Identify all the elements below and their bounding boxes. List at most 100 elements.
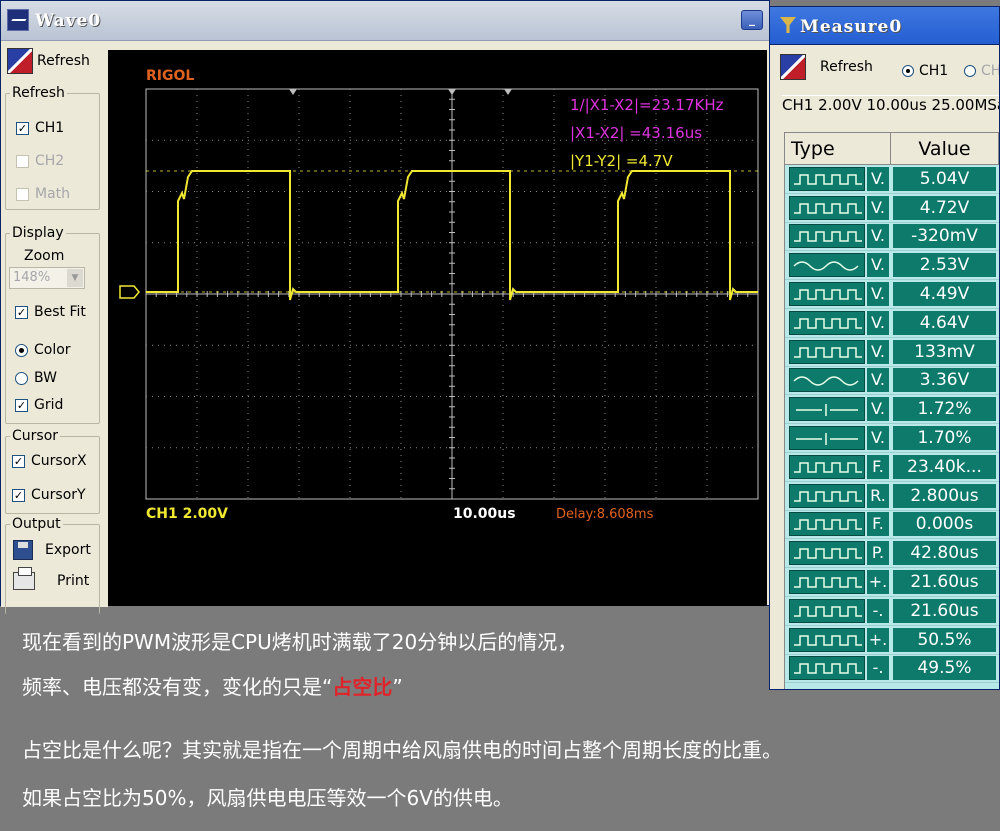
timebase: 10.00us [453, 506, 516, 522]
channel-ch1-label: CH1 [919, 63, 949, 79]
cursor-dy-readout: |Y1-Y2| =4.7V [570, 152, 673, 170]
measure-row[interactable]: F. 0.000s [785, 511, 999, 540]
vrms-icon [789, 368, 865, 393]
measure-value: 2.53V [893, 253, 996, 278]
wave-titlebar[interactable]: Wave0 _ [1, 1, 769, 41]
measure-type-abbr: V. [867, 426, 889, 451]
measure-value: 23.40k... [893, 454, 996, 479]
refresh-logo-icon [780, 54, 806, 80]
fall-time-icon [789, 512, 865, 537]
measure-value: 4.72V [893, 195, 996, 220]
measure-row[interactable]: V. 4.72V [785, 194, 999, 223]
measure-refresh-label: Refresh [820, 59, 873, 75]
best-fit-label: Best Fit [34, 304, 86, 320]
measure-toolbar: Refresh CH1 CH2 [770, 47, 999, 93]
rise-time-icon [789, 483, 865, 508]
measure-table-header: Type Value [785, 133, 999, 165]
wave-control-panel: Refresh Refresh ✓ CH1 CH2 Math Display Zo… [1, 42, 108, 614]
measure-window: Measure0 Refresh CH1 CH2 CH1 2.00V 10.00… [769, 6, 1000, 690]
output-group-title: Output [10, 516, 63, 532]
export-label: Export [45, 542, 91, 558]
measure-app-icon [778, 13, 798, 37]
bw-radio[interactable]: BW [15, 370, 57, 386]
measure-row[interactable]: V. 1.70% [785, 424, 999, 453]
math-label: Math [35, 186, 71, 202]
measure-type-abbr: F. [867, 512, 889, 537]
vbase-icon [789, 339, 865, 364]
measure-type-abbr: V. [867, 339, 889, 364]
overshoot-icon [789, 397, 865, 422]
measure-row[interactable]: P. 42.80us [785, 539, 999, 569]
measure-row[interactable]: V. 5.04V [785, 165, 999, 194]
grid-checkbox[interactable]: ✓ Grid [15, 397, 63, 413]
cursor-x-checkbox[interactable]: ✓ CursorX [12, 453, 87, 469]
measure-type-abbr: V. [867, 224, 889, 249]
measure-type-abbr: +. [867, 570, 889, 595]
measure-row[interactable]: F. 23.40k... [785, 453, 999, 482]
measure-value: 42.80us [893, 541, 996, 566]
period-icon [789, 541, 865, 566]
cursor-frequency-readout: 1/|X1-X2|=23.17KHz [570, 96, 724, 114]
refresh-group-title: Refresh [10, 85, 67, 101]
cursor-group-title: Cursor [10, 428, 61, 444]
color-radio[interactable]: Color [15, 342, 71, 358]
measure-value: -320mV [893, 224, 996, 249]
cursor-y-checkbox[interactable]: ✓ CursorY [12, 487, 86, 503]
print-button[interactable]: Print [13, 567, 90, 590]
measure-row[interactable]: V. -320mV [785, 223, 999, 252]
measure-type-abbr: V. [867, 368, 889, 393]
measure-type-abbr: V. [867, 310, 889, 335]
measure-type-abbr: V. [867, 282, 889, 307]
measure-row[interactable]: V. 1.72% [785, 395, 999, 425]
wave-window-title: Wave0 [35, 11, 102, 31]
minimize-button[interactable]: _ [741, 10, 763, 30]
cursor-group: Cursor ✓ CursorX ✓ CursorY [5, 428, 100, 514]
measure-value: 3.36V [893, 368, 996, 393]
column-type[interactable]: Type [785, 133, 891, 164]
display-group: Display Zoom [5, 225, 100, 424]
vamp-icon [789, 282, 865, 307]
print-label: Print [57, 573, 90, 589]
chevron-down-icon[interactable]: ▼ [67, 269, 83, 287]
bw-label: BW [34, 370, 57, 386]
measure-row[interactable]: +. 21.60us [785, 568, 999, 597]
cursor-dx-readout: |X1-X2| =43.16us [570, 124, 703, 142]
channel-ch1-radio[interactable]: CH1 [902, 63, 948, 79]
measure-value: 1.72% [893, 397, 996, 422]
best-fit-checkbox[interactable]: ✓ Best Fit [15, 304, 86, 320]
export-button[interactable]: Export [13, 540, 91, 560]
column-value[interactable]: Value [891, 133, 999, 164]
display-group-title: Display [10, 225, 66, 241]
caption-line-2-prefix: 频率、电压都没有变，变化的只是“ [22, 675, 333, 699]
channel-scale: CH1 2.00V [146, 506, 228, 522]
caption-line-3: 占空比是什么呢？其实就是指在一个周期中给风扇供电的时间占整个周期长度的比重。 [22, 738, 782, 762]
measure-type-abbr: P. [867, 541, 889, 566]
measure-value: 4.49V [893, 282, 996, 307]
ch1-checkbox[interactable]: ✓ CH1 [16, 120, 64, 136]
color-label: Color [34, 342, 71, 358]
math-checkbox[interactable]: Math [16, 186, 70, 202]
measure-row[interactable]: V. 4.49V [785, 280, 999, 309]
measure-value: 21.60us [893, 570, 996, 595]
caption-line-1: 现在看到的PWM波形是CPU烤机时满载了20分钟以后的情况， [22, 630, 578, 654]
measure-row[interactable]: V. 4.64V [785, 309, 999, 338]
article-caption: 现在看到的PWM波形是CPU烤机时满载了20分钟以后的情况， 频率、电压都没有变… [0, 606, 1000, 831]
refresh-logo-icon [7, 48, 33, 74]
zoom-label: Zoom [24, 248, 65, 264]
ch2-label: CH2 [35, 153, 65, 169]
measure-value: 1.70% [893, 426, 996, 451]
measure-row[interactable]: V. 133mV [785, 338, 999, 367]
zoom-select[interactable]: 148% ▼ [9, 267, 85, 289]
refresh-button[interactable]: Refresh [7, 46, 99, 76]
measure-row[interactable]: V. 2.53V [785, 251, 999, 281]
waveform-app-icon [7, 9, 29, 31]
measure-titlebar[interactable]: Measure0 [770, 7, 999, 45]
measure-type-abbr: F. [867, 454, 889, 479]
measure-refresh-button[interactable]: Refresh [780, 54, 873, 80]
ch2-checkbox[interactable]: CH2 [16, 153, 64, 169]
measure-row[interactable]: R. 2.800us [785, 482, 999, 511]
scope-screen[interactable]: RIGOL 1/|X1-X2|=23.17KHz |X1-X2| =43.16u… [108, 50, 767, 606]
vtop-icon [789, 195, 865, 220]
channel-ch2-radio[interactable]: CH2 [964, 63, 999, 79]
measure-row[interactable]: V. 3.36V [785, 367, 999, 396]
